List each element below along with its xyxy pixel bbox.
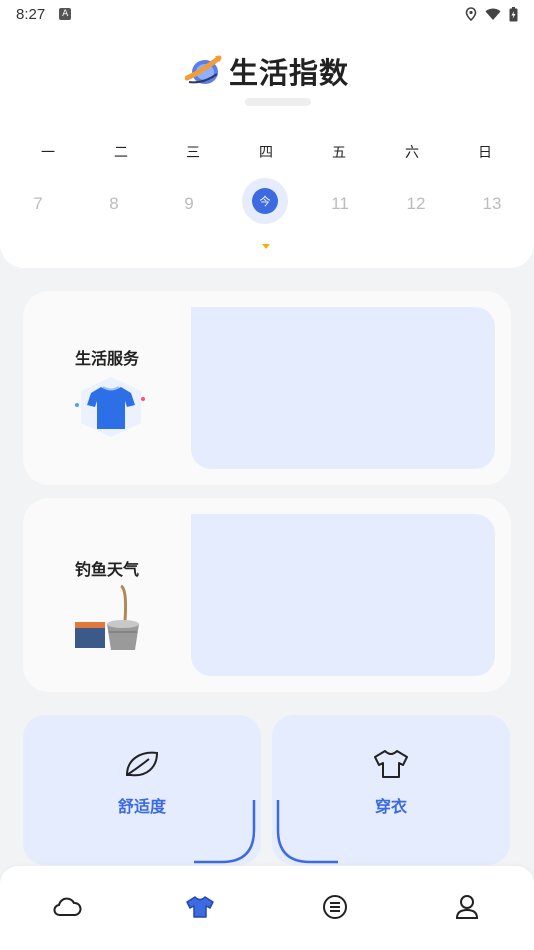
- status-bar: 8:27 A: [0, 0, 534, 28]
- fishing-weather-card[interactable]: 钓鱼天气: [23, 498, 511, 692]
- nav-profile[interactable]: [450, 892, 484, 922]
- weekday-wed: 三: [186, 145, 200, 161]
- leaf-icon: [125, 751, 159, 777]
- title-underline: [245, 98, 311, 106]
- fishing-weather-panel: [191, 514, 495, 676]
- fishing-weather-label: 钓鱼天气: [74, 560, 139, 579]
- shirt-icon: [374, 750, 408, 778]
- wifi-icon: [485, 8, 501, 20]
- status-icons: [465, 6, 518, 22]
- location-icon: [465, 7, 477, 21]
- user-icon: [455, 895, 479, 919]
- decorative-curve-left: [194, 800, 256, 864]
- weekday-sun: 日: [478, 145, 492, 161]
- weekday-sat: 六: [405, 145, 419, 161]
- expand-caret-icon[interactable]: [262, 244, 270, 249]
- today-date-cell[interactable]: 今: [242, 178, 288, 224]
- nav-list[interactable]: [318, 892, 352, 922]
- status-time: 8:27: [16, 5, 46, 23]
- life-service-panel: [191, 307, 495, 469]
- header-card: 生活指数 一 二 三 四 五 六 日 7 8 9 11 12 13 今: [0, 28, 534, 268]
- date-cell[interactable]: 11: [331, 194, 349, 214]
- nav-weather[interactable]: [50, 892, 84, 922]
- page-title: 生活指数: [228, 56, 349, 90]
- life-service-card[interactable]: 生活服务: [23, 291, 511, 485]
- rocket-logo-icon: [184, 55, 222, 84]
- list-icon: [323, 895, 347, 919]
- date-cell[interactable]: 7: [33, 194, 42, 214]
- date-cell[interactable]: 13: [483, 194, 502, 214]
- weekday-thu: 四: [259, 145, 273, 161]
- today-badge: 今: [252, 188, 278, 214]
- weekday-mon: 一: [41, 145, 55, 161]
- title-row: 生活指数: [0, 50, 534, 92]
- tshirt-illustration-icon: [75, 377, 145, 437]
- nav-clothing[interactable]: [183, 892, 217, 922]
- weekday-fri: 五: [332, 145, 346, 161]
- decorative-curve-right: [276, 800, 338, 864]
- shirt-icon: [186, 896, 214, 918]
- date-cell[interactable]: 8: [109, 194, 118, 214]
- cloud-icon: [53, 897, 82, 916]
- notification-a-icon: A: [59, 8, 72, 20]
- fishing-bucket-illustration-icon: [75, 584, 139, 650]
- battery-icon: [509, 6, 518, 21]
- bottom-nav: [0, 866, 534, 950]
- life-service-label: 生活服务: [74, 349, 139, 368]
- weekday-tue: 二: [114, 145, 128, 161]
- date-cell[interactable]: 9: [184, 194, 193, 214]
- date-cell[interactable]: 12: [407, 194, 426, 214]
